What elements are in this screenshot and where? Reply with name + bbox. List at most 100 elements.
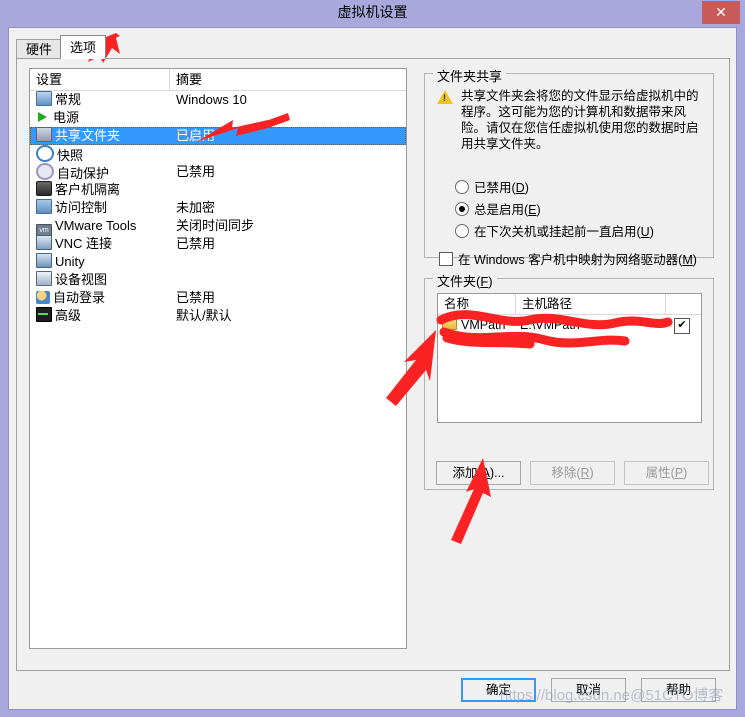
settings-row-summary xyxy=(176,271,404,289)
settings-row-3[interactable]: 共享文件夹 已启用 xyxy=(30,127,406,145)
sharing-warning: 共享文件夹会将您的文件显示给虚拟机中的程序。这可能为您的计算机和数据带来风险。请… xyxy=(437,88,703,152)
help-button[interactable]: 帮助 xyxy=(641,678,716,702)
cancel-button[interactable]: 取消 xyxy=(551,678,626,702)
folder-sharing-title: 文件夹共享 xyxy=(433,66,507,85)
folders-column-path[interactable]: 主机路径 xyxy=(516,294,666,314)
settings-row-name: 高级 xyxy=(36,307,170,325)
monitor-icon xyxy=(36,91,52,106)
folder-row-name: VMPath xyxy=(442,315,505,335)
settings-row-4[interactable]: 快照 xyxy=(30,145,406,163)
folders-rows: VMPath E:\VMPath ✔ xyxy=(438,315,701,335)
settings-row-name: 自动登录 xyxy=(36,289,170,307)
settings-row-9[interactable]: VNC 连接 已禁用 xyxy=(30,235,406,253)
tab-strip: 硬件 选项 xyxy=(16,35,730,59)
settings-row-label: 客户机隔离 xyxy=(55,182,121,197)
tab-hardware[interactable]: 硬件 xyxy=(16,39,63,59)
device-view-icon xyxy=(36,271,52,286)
settings-row-label: 自动保护 xyxy=(57,166,110,181)
radio-mark-always-enabled xyxy=(455,202,469,216)
ok-button[interactable]: 确定 xyxy=(461,678,536,702)
settings-row-label: VMware Tools xyxy=(55,218,137,233)
add-folder-button[interactable]: 添加(A)... xyxy=(436,461,521,485)
tab-options[interactable]: 选项 xyxy=(60,35,107,59)
radio-disabled[interactable]: 已禁用(D) xyxy=(455,180,529,196)
folders-table-header: 名称 主机路径 xyxy=(438,294,701,315)
settings-row-label: 访问控制 xyxy=(55,200,108,215)
settings-row-12[interactable]: 自动登录 已禁用 xyxy=(30,289,406,307)
shared-folder-icon xyxy=(36,127,52,142)
folders-group: 文件夹(F) 名称 主机路径 VMPath E:\VMPath ✔ xyxy=(424,271,714,490)
folders-column-enabled[interactable] xyxy=(666,294,701,314)
settings-row-summary: 未加密 xyxy=(176,200,216,215)
folders-column-name[interactable]: 名称 xyxy=(438,294,516,314)
settings-rows: 常规 Windows 10 电源 共享文件夹 已启用 快照 自动保护 已禁用 客户机隔离 访问控制… xyxy=(30,91,406,325)
settings-row-7[interactable]: 访问控制 未加密 xyxy=(30,199,406,217)
settings-row-name: 快照 xyxy=(36,145,170,163)
accelerator-key: U xyxy=(640,225,650,239)
snapshot-clock-icon xyxy=(36,145,54,162)
folder-row-enabled-checkbox[interactable]: ✔ xyxy=(674,318,690,334)
accelerator-key: P xyxy=(674,466,684,480)
settings-row-name: 共享文件夹 xyxy=(36,127,170,145)
settings-row-label: 电源 xyxy=(53,110,80,125)
settings-row-name: VNC 连接 xyxy=(36,235,170,253)
settings-row-2[interactable]: 电源 xyxy=(30,109,406,127)
settings-row-label: VNC 连接 xyxy=(55,236,113,251)
accelerator-key: M xyxy=(682,253,693,267)
folders-group-title: 文件夹(F) xyxy=(433,271,497,290)
accelerator-key: R xyxy=(580,466,590,480)
title-bar: 虚拟机设置 ✕ xyxy=(0,0,745,25)
settings-row-name: 自动保护 xyxy=(36,163,170,181)
folder-row[interactable]: VMPath E:\VMPath ✔ xyxy=(438,315,701,335)
settings-list[interactable]: 设置 摘要 常规 Windows 10 电源 共享文件夹 已启用 快照 自动保护 已禁用 客户机… xyxy=(29,68,407,649)
settings-row-1[interactable]: 常规 Windows 10 xyxy=(30,91,406,109)
settings-row-name: 访问控制 xyxy=(36,199,170,217)
power-play-icon xyxy=(36,111,50,124)
autoprotect-icon xyxy=(36,163,54,180)
settings-row-label: 共享文件夹 xyxy=(55,128,121,143)
advanced-icon xyxy=(36,307,52,322)
settings-row-name: Unity xyxy=(36,253,170,271)
folder-properties-button: 属性(P) xyxy=(624,461,709,485)
checkbox-map-network-drive[interactable]: 在 Windows 客户机中映射为网络驱动器(M) xyxy=(439,252,697,268)
auto-login-icon xyxy=(36,291,50,304)
radio-until-shutdown[interactable]: 在下次关机或挂起前一直启用(U) xyxy=(455,224,654,240)
settings-row-5[interactable]: 自动保护 已禁用 xyxy=(30,163,406,181)
accelerator-key: A xyxy=(481,466,490,480)
settings-row-summary: 关闭时间同步 xyxy=(176,218,255,233)
folder-row-name-text: VMPath xyxy=(461,318,506,332)
settings-row-summary: Windows 10 xyxy=(176,92,247,107)
settings-row-name: 设备视图 xyxy=(36,271,170,289)
settings-row-summary: 已禁用 xyxy=(176,236,216,251)
settings-row-name: 电源 xyxy=(36,109,170,127)
settings-row-10[interactable]: Unity xyxy=(30,253,406,271)
folders-table[interactable]: 名称 主机路径 VMPath E:\VMPath ✔ xyxy=(437,293,702,423)
sharing-warning-text: 共享文件夹会将您的文件显示给虚拟机中的程序。这可能为您的计算机和数据带来风险。请… xyxy=(461,89,699,151)
settings-row-8[interactable]: vm VMware Tools 关闭时间同步 xyxy=(30,217,406,239)
dialog-body: 硬件 选项 设置 摘要 常规 Windows 10 电源 共享文件夹 已启用 快照 自动保护… xyxy=(8,27,737,710)
close-icon[interactable]: ✕ xyxy=(702,1,740,24)
folder-row-path: E:\VMPath xyxy=(520,318,580,332)
folder-sharing-group: 文件夹共享 共享文件夹会将您的文件显示给虚拟机中的程序。这可能为您的计算机和数据… xyxy=(424,66,714,267)
settings-row-label: 快照 xyxy=(57,148,84,163)
settings-row-summary xyxy=(176,181,404,199)
radio-mark-until-shutdown xyxy=(455,224,469,238)
settings-row-name: vm VMware Tools xyxy=(36,217,170,239)
accelerator-key: E xyxy=(528,203,537,217)
settings-row-summary: 已禁用 xyxy=(176,164,216,179)
column-header-summary[interactable]: 摘要 xyxy=(170,69,406,90)
column-header-setting[interactable]: 设置 xyxy=(30,69,170,90)
settings-row-label: 自动登录 xyxy=(53,290,106,305)
settings-list-header: 设置 摘要 xyxy=(30,69,406,91)
settings-row-6[interactable]: 客户机隔离 xyxy=(30,181,406,199)
settings-row-label: 设备视图 xyxy=(55,272,108,287)
accelerator-key: F xyxy=(480,274,489,289)
settings-row-name: 常规 xyxy=(36,91,170,109)
window-title: 虚拟机设置 xyxy=(337,4,408,20)
accelerator-key: D xyxy=(515,181,525,195)
settings-row-name: 客户机隔离 xyxy=(36,181,170,199)
settings-row-13[interactable]: 高级 默认/默认 xyxy=(30,307,406,325)
settings-row-11[interactable]: 设备视图 xyxy=(30,271,406,289)
radio-always-enabled[interactable]: 总是启用(E) xyxy=(455,202,541,218)
remove-folder-button: 移除(R) xyxy=(530,461,615,485)
